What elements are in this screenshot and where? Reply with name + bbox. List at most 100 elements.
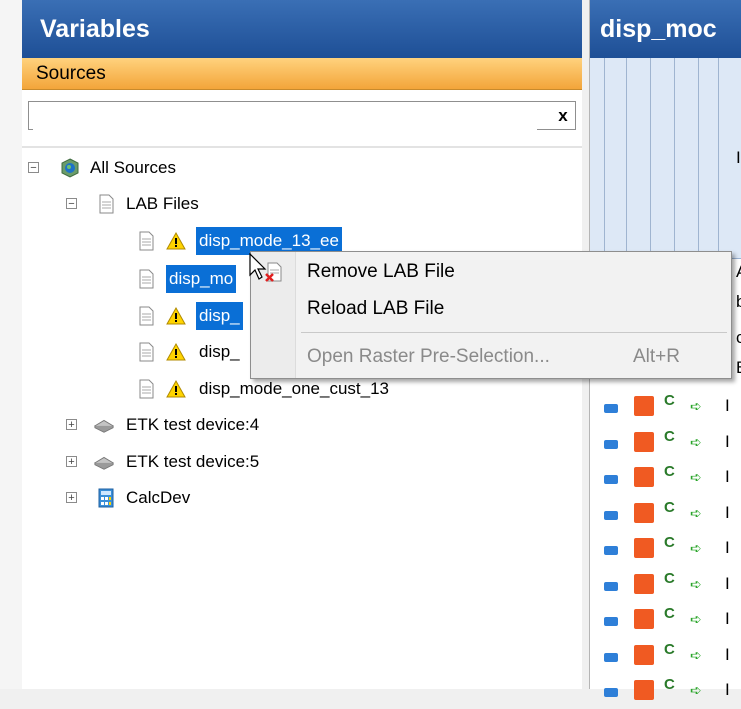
color-swatch-icon (634, 609, 654, 629)
sources-section-bar[interactable]: Sources (22, 58, 582, 90)
status-indicator-icon (604, 652, 618, 662)
tree-label: LAB Files (126, 194, 199, 213)
value-arrow-icon: ➪ (690, 540, 702, 556)
value-arrow-icon: ➪ (690, 575, 702, 592)
grid-row[interactable]: ➪ C I (590, 603, 741, 638)
menu-item-label: Remove LAB File (307, 261, 455, 282)
collapse-icon[interactable]: − (66, 198, 77, 210)
status-indicator-icon (604, 617, 618, 626)
menu-item-shortcut: Alt+R (633, 346, 680, 367)
truncated-cell-text: I (725, 431, 730, 451)
value-arrow-icon: ➪ (690, 682, 702, 698)
row-marker: A (736, 262, 741, 282)
document-icon (139, 269, 154, 289)
row-marker: b (736, 292, 741, 311)
color-swatch-icon (634, 538, 654, 558)
characteristic-icon: C (664, 534, 675, 551)
warning-icon (166, 379, 186, 398)
warning-icon (166, 306, 186, 325)
grid-row[interactable]: ➪ C I (590, 426, 741, 461)
variables-panel-title: Variables (22, 0, 582, 58)
collapse-icon[interactable]: − (28, 162, 39, 174)
characteristic-icon: C (664, 463, 675, 480)
tree-node-lab-files[interactable]: − LAB Files (66, 190, 366, 218)
column-divider[interactable] (650, 58, 651, 258)
column-divider[interactable] (674, 58, 675, 258)
grid-row[interactable]: ➪ C I (590, 461, 741, 496)
mouse-pointer-icon (249, 253, 267, 280)
tree-label: ETK test device:4 (126, 415, 260, 434)
search-divider (22, 146, 582, 148)
color-swatch-icon (634, 644, 654, 665)
device-icon (94, 419, 114, 433)
status-indicator-icon (604, 546, 618, 555)
document-icon (139, 342, 154, 362)
expand-icon[interactable]: + (66, 456, 77, 468)
status-indicator-icon (604, 581, 618, 591)
window-left-border (0, 0, 23, 689)
sources-search-input[interactable] (33, 103, 537, 130)
color-swatch-icon (634, 431, 654, 452)
tree-label: disp_mode_one_cust_13 (199, 379, 389, 398)
grid-row[interactable]: ➪ C I (590, 639, 741, 674)
characteristic-icon: C (664, 427, 675, 445)
grid-row[interactable]: ➪ C I (590, 532, 741, 567)
header-truncated-text: I (736, 148, 741, 167)
tree-label: disp_mo (166, 265, 237, 293)
characteristic-icon: C (664, 569, 675, 587)
expand-icon[interactable]: + (66, 492, 77, 504)
column-divider[interactable] (718, 58, 719, 258)
column-divider[interactable] (604, 58, 605, 258)
grid-row[interactable]: ➪ C I (590, 568, 741, 603)
tree-label: disp_ (196, 302, 243, 330)
status-indicator-icon (604, 404, 618, 413)
document-icon (139, 306, 154, 326)
tree-node-all-sources[interactable]: − All Sources (28, 154, 328, 182)
device-icon (94, 456, 114, 470)
expand-icon[interactable]: + (66, 419, 77, 431)
document-icon (99, 194, 114, 214)
tree-node-device[interactable]: + ETK test device:4 (66, 411, 386, 439)
color-swatch-icon (634, 573, 654, 594)
characteristic-icon: C (664, 392, 675, 409)
characteristic-icon: C (664, 676, 675, 693)
color-swatch-icon (634, 396, 654, 416)
value-arrow-icon: ➪ (690, 398, 702, 414)
menu-item-remove-lab-file[interactable]: Remove LAB File (251, 253, 731, 291)
status-indicator-icon (604, 510, 618, 520)
tree-node-device[interactable]: + ETK test device:5 (66, 448, 386, 476)
menu-separator (301, 332, 727, 333)
color-swatch-icon (634, 467, 654, 487)
truncated-cell-text: I (725, 609, 730, 628)
value-arrow-icon: ➪ (690, 504, 702, 521)
row-marker: c (736, 328, 741, 347)
truncated-cell-text: I (725, 467, 730, 486)
truncated-cell-text: I (725, 573, 730, 593)
color-swatch-icon (634, 502, 654, 523)
document-icon (139, 231, 154, 251)
status-indicator-icon (604, 475, 618, 484)
status-indicator-icon (604, 688, 618, 697)
tree-label: disp_ (199, 342, 240, 361)
search-clear-button[interactable]: x (551, 102, 575, 129)
warning-icon (166, 342, 186, 361)
menu-item-open-raster-pre-selection[interactable]: Open Raster Pre-Selection... Alt+R (251, 338, 731, 376)
column-divider[interactable] (698, 58, 699, 258)
menu-item-label: Reload LAB File (307, 298, 445, 319)
warning-icon (166, 231, 186, 250)
grid-row[interactable]: ➪ C I (590, 497, 741, 532)
menu-item-reload-lab-file[interactable]: Reload LAB File (251, 290, 731, 328)
truncated-cell-text: I (725, 502, 730, 522)
grid-row[interactable]: ➪ C I (590, 390, 741, 425)
grid-row[interactable]: ➪ C I (590, 674, 741, 709)
characteristic-icon: C (664, 498, 675, 516)
tree-node-calcdev[interactable]: + CalcDev (66, 484, 386, 512)
tree-node-lab-file[interactable]: disp_mode_one_cust_13 (136, 375, 476, 403)
sources-search-box[interactable]: x (28, 101, 576, 130)
value-arrow-icon: ➪ (690, 433, 702, 450)
column-divider[interactable] (626, 58, 627, 258)
truncated-cell-text: I (725, 680, 730, 699)
tree-label: All Sources (90, 158, 176, 177)
truncated-cell-text: I (725, 644, 730, 664)
characteristic-icon: C (664, 640, 675, 658)
